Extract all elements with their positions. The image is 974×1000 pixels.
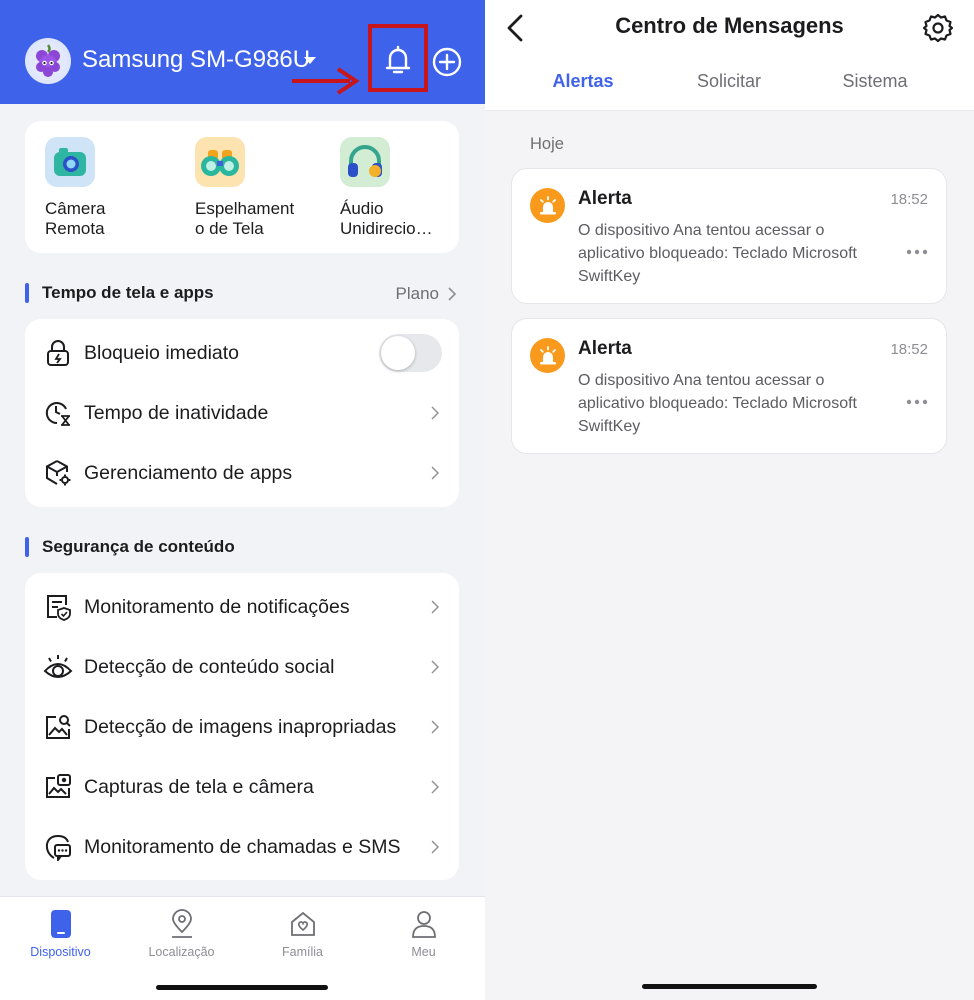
row-label: Monitoramento de notificações — [84, 595, 350, 618]
section-title-text: Tempo de tela e apps — [42, 283, 214, 302]
alert-card[interactable]: Alerta 18:52 O dispositivo Ana tentou ac… — [511, 318, 947, 454]
device-name[interactable]: Samsung SM-G986U — [82, 46, 310, 74]
siren-alert-icon — [530, 188, 565, 223]
chevron-right-icon — [431, 780, 439, 794]
tab-label: Localização — [148, 945, 215, 959]
quick-action-label: Espelhament o de Tela — [195, 199, 295, 238]
chevron-right-icon — [431, 660, 439, 674]
tab-device[interactable]: Dispositivo — [0, 909, 121, 959]
alert-title: Alerta — [578, 338, 632, 359]
chevron-right-icon — [431, 840, 439, 854]
alert-card[interactable]: Alerta 18:52 O dispositivo Ana tentou ac… — [511, 168, 947, 304]
tab-alerts[interactable]: Alertas — [510, 71, 656, 92]
add-device-button[interactable] — [431, 46, 463, 78]
content-safety-card: Monitoramento de notificações Detecção d… — [25, 573, 459, 880]
message-center-panel: Centro de Mensagens Alertas Solicitar Si… — [485, 0, 974, 1000]
row-label: Detecção de imagens inapropriadas — [84, 715, 397, 738]
image-search-icon — [43, 712, 73, 742]
row-downtime[interactable]: Tempo de inatividade — [25, 383, 459, 443]
chevron-right-icon — [431, 720, 439, 734]
child-avatar[interactable] — [25, 38, 71, 84]
row-notification-monitoring[interactable]: Monitoramento de notificações — [25, 577, 459, 637]
plan-link[interactable]: Plano — [396, 284, 457, 304]
device-dashboard-panel: Samsung SM-G986U Câmera Remota Espelhame… — [0, 0, 485, 1000]
binoculars-icon — [195, 137, 245, 187]
quick-action-label: Áudio Unidirecio… — [340, 199, 433, 238]
section-content-safety-title: Segurança de conteúdo — [25, 536, 235, 558]
camera-icon — [45, 137, 95, 187]
tab-system[interactable]: Sistema — [802, 71, 948, 92]
row-instant-lock: Bloqueio imediato — [25, 323, 459, 383]
tab-label: Família — [282, 945, 323, 959]
clock-icon — [43, 398, 73, 428]
quick-action-label: Câmera Remota — [45, 199, 106, 238]
plan-link-label: Plano — [395, 284, 439, 303]
row-label: Detecção de conteúdo social — [84, 655, 335, 678]
alert-message: O dispositivo Ana tentou acessar o aplic… — [578, 222, 857, 285]
app-management-icon — [43, 458, 73, 488]
screen-time-card: Bloqueio imediato Tempo de inatividade G… — [25, 319, 459, 507]
annotation-arrow-icon — [292, 67, 360, 95]
tab-family[interactable]: Família — [242, 909, 363, 959]
dashboard-header: Samsung SM-G986U — [0, 0, 485, 104]
lock-icon — [43, 338, 73, 368]
section-accent-bar — [25, 537, 29, 557]
more-options-icon[interactable] — [906, 249, 928, 255]
message-center-header: Centro de Mensagens Alertas Solicitar Si… — [485, 0, 974, 111]
tab-requests[interactable]: Solicitar — [656, 71, 802, 92]
quick-action-one-way-audio[interactable]: Áudio Unidirecio… — [340, 137, 460, 239]
row-inappropriate-image-detection[interactable]: Detecção de imagens inapropriadas — [25, 697, 459, 757]
page-title: Centro de Mensagens — [615, 13, 844, 38]
row-app-management[interactable]: Gerenciamento de apps — [25, 443, 459, 503]
row-screenshots-camera[interactable]: Capturas de tela e câmera — [25, 757, 459, 817]
chevron-right-icon — [431, 600, 439, 614]
row-label: Bloqueio imediato — [84, 341, 240, 364]
eye-icon — [43, 652, 73, 682]
home-indicator — [642, 984, 817, 989]
quick-actions-card: Câmera Remota Espelhament o de Tela Áudi… — [25, 121, 459, 253]
settings-gear-button[interactable] — [922, 12, 954, 44]
family-home-icon — [288, 909, 318, 939]
row-label: Tempo de inatividade — [84, 401, 269, 424]
row-label: Capturas de tela e câmera — [84, 775, 314, 798]
person-icon — [409, 909, 439, 939]
location-icon — [167, 909, 197, 939]
alert-time: 18:52 — [890, 191, 928, 208]
alert-message: O dispositivo Ana tentou acessar o aplic… — [578, 372, 857, 435]
screenshot-icon — [43, 772, 73, 802]
alert-time: 18:52 — [890, 341, 928, 358]
chat-call-icon — [43, 832, 73, 862]
alert-title: Alerta — [578, 188, 632, 209]
device-dropdown-icon[interactable] — [304, 57, 316, 64]
tab-location[interactable]: Localização — [121, 909, 242, 959]
bottom-tab-bar: Dispositivo Localização Família Meu — [0, 896, 485, 1000]
tab-label: Dispositivo — [30, 945, 91, 959]
section-title-text: Segurança de conteúdo — [42, 537, 235, 556]
chevron-right-icon — [431, 466, 439, 480]
annotation-highlight-box — [368, 24, 428, 92]
section-screen-time-title: Tempo de tela e apps — [25, 282, 214, 304]
grape-avatar-icon — [29, 42, 67, 80]
home-indicator — [156, 985, 328, 990]
tab-label: Meu — [411, 945, 436, 959]
row-social-content-detection[interactable]: Detecção de conteúdo social — [25, 637, 459, 697]
more-options-icon[interactable] — [906, 399, 928, 405]
chevron-right-icon — [448, 287, 457, 301]
row-label: Gerenciamento de apps — [84, 461, 293, 484]
row-calls-sms-monitoring[interactable]: Monitoramento de chamadas e SMS — [25, 817, 459, 877]
headphones-icon — [340, 137, 390, 187]
siren-alert-icon — [530, 338, 565, 373]
row-label: Monitoramento de chamadas e SMS — [84, 835, 401, 858]
section-accent-bar — [25, 283, 29, 303]
quick-action-screen-mirroring[interactable]: Espelhament o de Tela — [195, 137, 315, 239]
chevron-right-icon — [431, 406, 439, 420]
tab-me[interactable]: Meu — [363, 909, 484, 959]
device-icon — [46, 909, 76, 939]
date-group-label: Hoje — [530, 135, 564, 153]
instant-lock-toggle[interactable] — [379, 334, 442, 372]
notification-shield-icon — [43, 592, 73, 622]
toggle-knob — [381, 336, 415, 370]
quick-action-remote-camera[interactable]: Câmera Remota — [45, 137, 165, 239]
